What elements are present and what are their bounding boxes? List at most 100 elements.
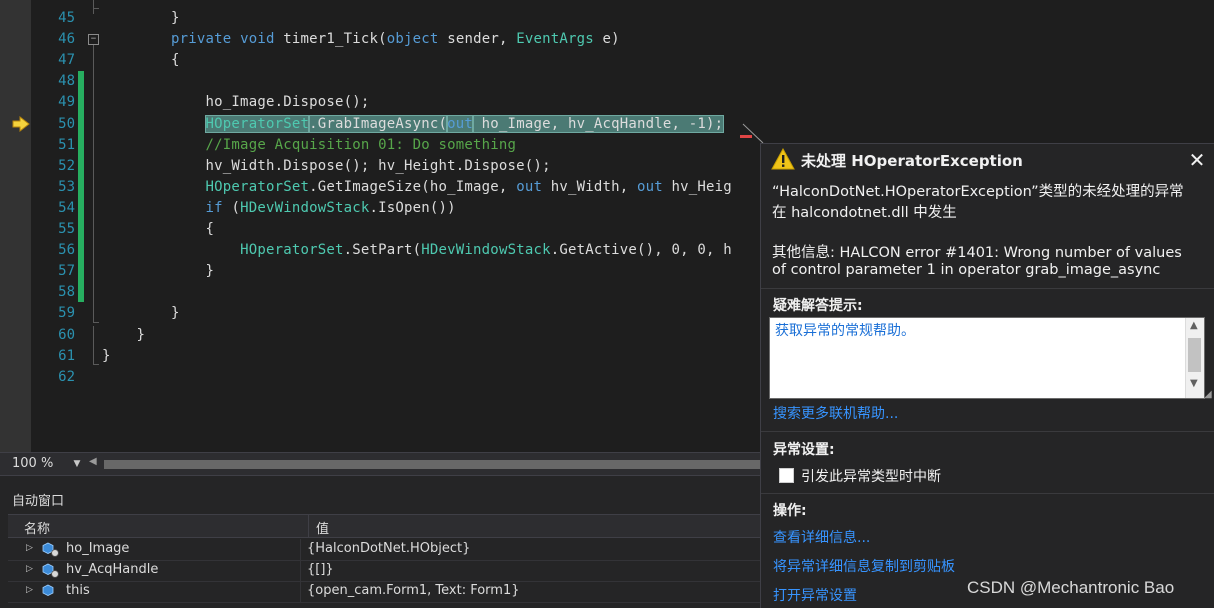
general-help-link[interactable]: 获取异常的常规帮助。 (775, 320, 915, 340)
autos-row[interactable]: ▷ this {open_cam.Form1, Text: Form1} (8, 581, 760, 603)
autos-row[interactable]: ▷ hv_AcqHandle {[]} (8, 560, 760, 582)
view-details-link[interactable]: 查看详细信息... (773, 527, 870, 547)
open-exception-settings-link[interactable]: 打开异常设置 (773, 585, 857, 605)
variable-name: this (66, 583, 90, 598)
line-number: 46 (58, 31, 75, 48)
column-separator (300, 539, 301, 560)
code-token: .IsOpen()) (369, 199, 456, 216)
line-number: 53 (58, 178, 75, 195)
code-text[interactable]: } (102, 261, 214, 282)
variable-value[interactable]: {HalconDotNet.HObject} (307, 541, 470, 556)
autos-title[interactable]: 自动窗口 (12, 490, 64, 509)
code-token: EventArgs (516, 31, 594, 48)
value-column-header[interactable]: 值 (316, 518, 329, 537)
zoom-level[interactable]: 100 % (12, 456, 53, 471)
divider (761, 431, 1214, 432)
code-token: object (386, 31, 439, 48)
name-column-header[interactable]: 名称 (24, 518, 50, 537)
code-text[interactable]: hv_Width.Dispose(); hv_Height.Dispose(); (102, 156, 551, 177)
line-number: 55 (58, 221, 75, 237)
line-number: 61 (58, 347, 75, 364)
code-text[interactable]: if (HDevWindowStack.IsOpen()) (102, 198, 456, 219)
line-number: 57 (58, 263, 75, 280)
tips-scrollbar[interactable]: ▲ ▼ (1185, 318, 1204, 398)
variable-value[interactable]: {[]} (307, 562, 334, 577)
additional-info: 其他信息: HALCON error #1401: Wrong number o… (772, 245, 1182, 261)
code-token: hv_Width, (542, 178, 637, 195)
code-token: void (240, 31, 275, 48)
zoom-dropdown-icon[interactable]: ▼ (70, 457, 84, 471)
expand-icon[interactable]: ▷ (26, 585, 33, 595)
line-number: 56 (58, 242, 75, 259)
break-on-exception-checkbox[interactable] (779, 468, 794, 483)
code-text[interactable]: private void timer1_Tick(object sender, … (102, 29, 620, 50)
resize-grip-icon[interactable]: ◢ (1204, 389, 1212, 400)
code-text[interactable]: } (102, 325, 145, 346)
autos-window: 自动窗口 名称 值 ▷ ho_Image {HalconDotNet.HObject… (0, 475, 760, 608)
code-text[interactable]: HOperatorSet.GetImageSize(ho_Image, out … (102, 177, 732, 198)
exception-settings-heading: 异常设置: (773, 442, 835, 458)
code-text[interactable]: ho_Image.Dispose(); (102, 92, 370, 113)
code-token: ho_Image.Dispose(); (102, 94, 370, 111)
actions-heading: 操作: (773, 503, 807, 519)
expand-icon[interactable]: ▷ (26, 543, 33, 553)
code-token: private (171, 31, 232, 48)
code-text[interactable]: HOperatorSet.GrabImageAsync(out ho_Image… (102, 114, 725, 135)
variable-value[interactable]: {open_cam.Form1, Text: Form1} (307, 583, 520, 598)
code-token: e) (593, 31, 620, 48)
code-line[interactable]: 45 } (0, 8, 1214, 29)
exception-title: 未处理 HOperatorException (801, 152, 1023, 170)
code-token: HDevWindowStack (240, 199, 370, 216)
highlighted-token: HOperatorSet (204, 114, 311, 133)
close-icon[interactable]: ✕ (1187, 150, 1207, 170)
horizontal-scrollbar-thumb[interactable] (104, 460, 760, 469)
copy-details-link[interactable]: 将异常详细信息复制到剪贴板 (773, 556, 955, 576)
exception-message: “HalconDotNet.HOperatorException”类型的未经处理… (772, 184, 1184, 200)
break-on-exception-label[interactable]: 引发此异常类型时中断 (801, 466, 941, 486)
code-text[interactable]: } (102, 303, 180, 324)
divider (761, 288, 1214, 289)
code-text[interactable]: { (102, 219, 214, 240)
code-token: .GetImageSize(ho_Image, (309, 178, 517, 195)
line-number: 51 (58, 136, 75, 153)
scroll-up-icon[interactable]: ▲ (1190, 320, 1198, 331)
code-token: .GetActive(), 0, 0, h (550, 242, 732, 259)
scroll-down-icon[interactable]: ▼ (1190, 378, 1198, 389)
code-line[interactable]: 49 ho_Image.Dispose(); (0, 92, 1214, 113)
code-text[interactable]: //Image Acquisition 01: Do something (102, 135, 516, 156)
code-line[interactable]: 46 private void timer1_Tick(object sende… (0, 29, 1214, 50)
tips-box[interactable]: 获取异常的常规帮助。 ▲ ▼ (769, 317, 1205, 399)
column-separator (300, 581, 301, 602)
search-online-help-link[interactable]: 搜索更多联机帮助... (773, 403, 898, 423)
code-token: { (102, 52, 180, 69)
line-number: 45 (58, 10, 75, 26)
line-number: 49 (58, 94, 75, 111)
highlighted-token: ho_Image, hv_AcqHandle, -1); (472, 114, 725, 133)
code-line[interactable]: 47 { (0, 50, 1214, 71)
tips-heading: 疑难解答提示: (773, 298, 863, 314)
code-text[interactable]: { (102, 50, 180, 71)
code-token: .SetPart( (343, 242, 422, 259)
code-line[interactable]: 48 (0, 71, 1214, 92)
tips-scrollbar-thumb[interactable] (1188, 338, 1201, 372)
column-separator (300, 560, 301, 581)
code-line[interactable]: 50 HOperatorSet.GrabImageAsync(out ho_Im… (0, 114, 1214, 135)
line-number: 52 (58, 157, 75, 174)
scroll-left-icon[interactable]: ◀ (89, 456, 97, 467)
code-token: } (102, 10, 180, 26)
code-token: if (205, 199, 223, 216)
autos-row[interactable]: ▷ ho_Image {HalconDotNet.HObject} (8, 539, 760, 561)
code-token: HDevWindowStack (421, 242, 551, 259)
code-text[interactable]: HOperatorSet.SetPart(HDevWindowStack.Get… (102, 240, 732, 261)
code-text[interactable]: } (102, 8, 180, 29)
expand-icon[interactable]: ▷ (26, 564, 33, 574)
code-token: } (102, 305, 180, 322)
column-separator[interactable] (308, 515, 309, 537)
editor-status-row: 100 % ▼ ◀ (0, 452, 760, 475)
code-token: ( (222, 199, 241, 216)
code-text[interactable]: } (102, 346, 111, 367)
additional-info-cont: of control parameter 1 in operator grab_… (772, 262, 1161, 278)
